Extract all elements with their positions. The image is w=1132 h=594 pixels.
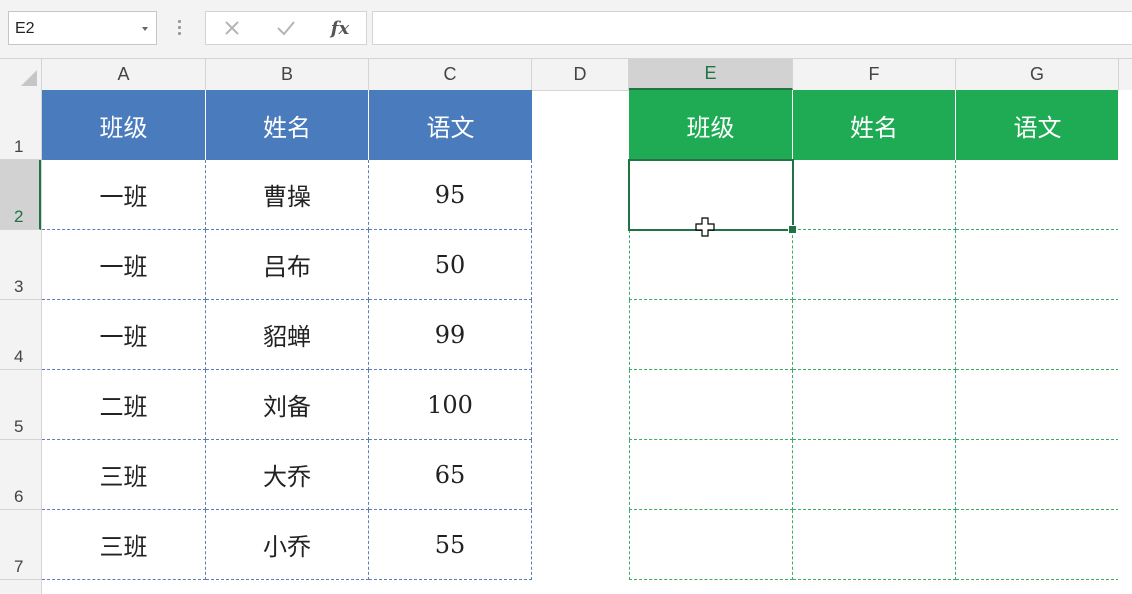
row-number: 6 [14, 487, 24, 506]
table-cell[interactable]: 50 [369, 230, 532, 300]
table-cell[interactable]: 小乔 [206, 510, 369, 580]
check-icon[interactable] [266, 12, 306, 44]
table-cell[interactable]: 65 [369, 440, 532, 510]
table-cell[interactable] [956, 230, 1119, 300]
table-cell[interactable] [956, 300, 1119, 370]
table-cell[interactable]: 三班 [42, 440, 206, 510]
column-header-row: A B C D E F G [0, 59, 1132, 91]
row-header-6[interactable]: 6 [0, 440, 41, 510]
select-all-triangle-icon [21, 70, 37, 86]
table-cell[interactable] [793, 300, 956, 370]
formula-bar: E2 fx [0, 0, 1132, 59]
row-number: 5 [14, 417, 24, 436]
table-cell[interactable] [956, 370, 1119, 440]
row-header-7[interactable]: 7 [0, 510, 41, 580]
source-header-name[interactable]: 姓名 [206, 90, 369, 160]
table-cell[interactable] [793, 370, 956, 440]
row-header-5[interactable]: 5 [0, 370, 41, 440]
fx-icon: fx [330, 17, 350, 39]
source-header-class[interactable]: 班级 [42, 90, 206, 160]
select-all-button[interactable] [0, 59, 42, 90]
formula-input[interactable] [372, 11, 1132, 45]
table-cell[interactable] [956, 510, 1119, 580]
table-cell[interactable]: 大乔 [206, 440, 369, 510]
table-cell[interactable] [793, 160, 956, 230]
name-box[interactable]: E2 [8, 11, 157, 45]
row-number: 4 [14, 347, 24, 366]
table-cell[interactable]: 二班 [42, 370, 206, 440]
source-header-chinese[interactable]: 语文 [369, 90, 532, 160]
grip-icon[interactable] [178, 20, 181, 36]
column-header-f[interactable]: F [793, 59, 956, 90]
table-cell[interactable] [793, 230, 956, 300]
table-cell[interactable]: 吕布 [206, 230, 369, 300]
table-cell[interactable]: 貂蝉 [206, 300, 369, 370]
row-header-2[interactable]: 2 [0, 160, 41, 230]
worksheet: A B C D E F G 1 2 3 4 5 6 7 班级 姓名 语文 一班 … [0, 59, 1132, 594]
target-header-chinese[interactable]: 语文 [956, 90, 1119, 160]
column-header-d[interactable]: D [532, 59, 629, 90]
table-cell[interactable]: 99 [369, 300, 532, 370]
name-box-value: E2 [15, 20, 35, 37]
fill-handle[interactable] [788, 225, 797, 234]
table-cell[interactable] [629, 300, 793, 370]
row-number: 3 [14, 277, 24, 296]
target-header-class[interactable]: 班级 [629, 90, 793, 160]
table-cell[interactable]: 一班 [42, 300, 206, 370]
row-number: 7 [14, 557, 24, 576]
insert-function-button[interactable]: fx [320, 12, 360, 44]
table-cell[interactable] [956, 440, 1119, 510]
table-cell[interactable] [629, 370, 793, 440]
table-cell[interactable]: 三班 [42, 510, 206, 580]
table-cell[interactable] [629, 510, 793, 580]
table-cell[interactable] [793, 510, 956, 580]
right-edge-strip [1118, 90, 1132, 594]
row-header-1[interactable]: 1 [0, 90, 41, 160]
plus-cursor-icon [695, 217, 715, 237]
table-cell[interactable]: 一班 [42, 160, 206, 230]
table-cell[interactable]: 95 [369, 160, 532, 230]
formula-buttons: fx [205, 11, 367, 45]
table-cell[interactable]: 曹操 [206, 160, 369, 230]
table-cell[interactable]: 55 [369, 510, 532, 580]
column-header-a[interactable]: A [42, 59, 206, 90]
row-header-4[interactable]: 4 [0, 300, 41, 370]
column-header-e[interactable]: E [629, 59, 793, 90]
column-header-b[interactable]: B [206, 59, 369, 90]
table-cell[interactable] [793, 440, 956, 510]
column-header-g[interactable]: G [956, 59, 1119, 90]
row-number: 2 [14, 207, 24, 226]
target-header-name[interactable]: 姓名 [793, 90, 956, 160]
table-cell[interactable]: 一班 [42, 230, 206, 300]
row-header-3[interactable]: 3 [0, 230, 41, 300]
column-header-c[interactable]: C [369, 59, 532, 90]
table-cell[interactable] [956, 160, 1119, 230]
close-icon[interactable] [212, 12, 252, 44]
table-cell[interactable] [629, 440, 793, 510]
chevron-down-icon[interactable] [142, 27, 148, 31]
row-header-column: 1 2 3 4 5 6 7 [0, 90, 42, 594]
row-number: 1 [14, 137, 24, 156]
table-cell[interactable]: 100 [369, 370, 532, 440]
table-cell[interactable] [629, 230, 793, 300]
table-cell[interactable]: 刘备 [206, 370, 369, 440]
